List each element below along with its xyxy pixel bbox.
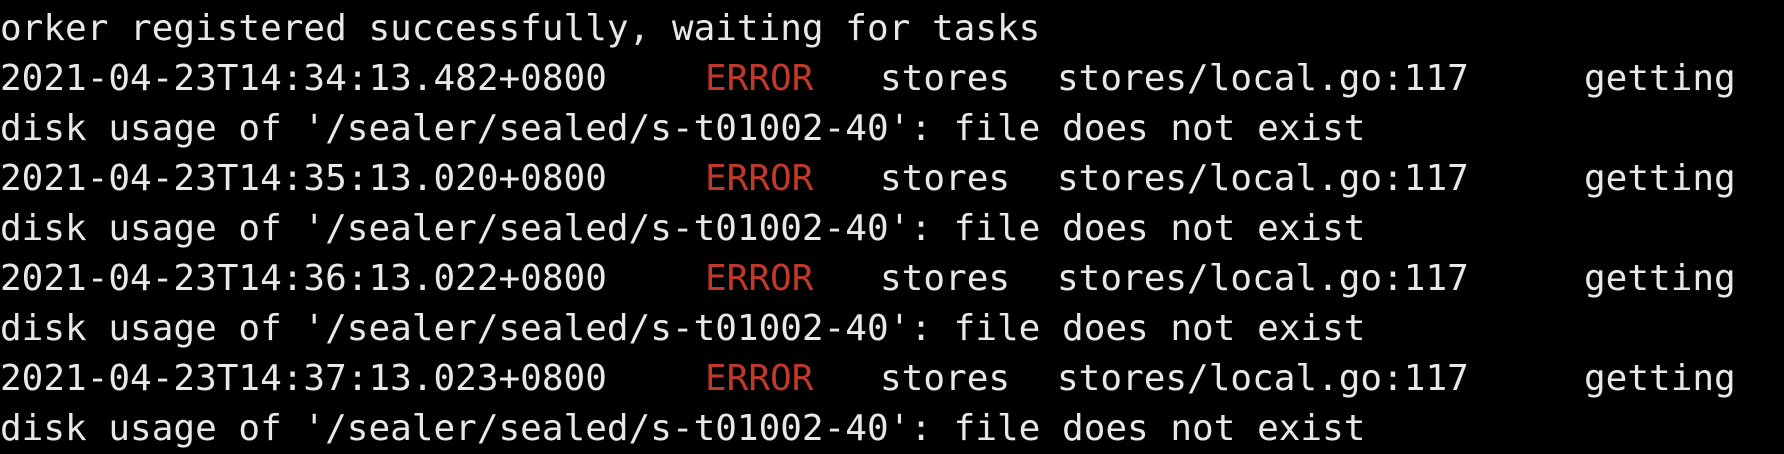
log-timestamp: 2021-04-23T14:34:13.482+0800 xyxy=(0,58,607,99)
log-text: disk usage of '/sealer/sealed/s-t01002-4… xyxy=(0,108,1366,149)
log-message: getting xyxy=(1584,358,1736,399)
log-message: getting xyxy=(1584,158,1736,199)
log-source: stores/local.go:117 xyxy=(1057,258,1469,299)
log-text: disk usage of '/sealer/sealed/s-t01002-4… xyxy=(0,308,1366,349)
log-message: getting xyxy=(1584,258,1736,299)
log-source: stores/local.go:117 xyxy=(1057,58,1469,99)
log-text: disk usage of '/sealer/sealed/s-t01002-4… xyxy=(0,208,1366,249)
log-source: stores/local.go:117 xyxy=(1057,158,1469,199)
log-level-error: ERROR xyxy=(705,358,814,399)
log-timestamp: 2021-04-23T14:36:13.022+0800 xyxy=(0,258,607,299)
log-entry-header: 2021-04-23T14:36:13.022+0800 ERROR store… xyxy=(0,254,1736,304)
log-message: getting xyxy=(1584,58,1736,99)
log-module: stores xyxy=(880,258,1011,299)
log-module: stores xyxy=(880,358,1011,399)
terminal-output[interactable]: orker registered successfully, waiting f… xyxy=(0,0,1784,454)
log-level-error: ERROR xyxy=(705,258,814,299)
log-source: stores/local.go:117 xyxy=(1057,358,1469,399)
log-timestamp: 2021-04-23T14:35:13.020+0800 xyxy=(0,158,607,199)
log-line: disk usage of '/sealer/sealed/s-t01002-4… xyxy=(0,304,1365,354)
log-line: disk usage of '/sealer/sealed/s-t01002-4… xyxy=(0,104,1365,154)
log-line: orker registered successfully, waiting f… xyxy=(0,4,1040,54)
log-entry-header: 2021-04-23T14:37:13.023+0800 ERROR store… xyxy=(0,354,1736,404)
log-entry-header: 2021-04-23T14:35:13.020+0800 ERROR store… xyxy=(0,154,1736,204)
log-line: disk usage of '/sealer/sealed/s-t01002-4… xyxy=(0,204,1365,254)
log-module: stores xyxy=(880,158,1011,199)
log-level-error: ERROR xyxy=(705,158,814,199)
log-entry-header: 2021-04-23T14:34:13.482+0800 ERROR store… xyxy=(0,54,1736,104)
log-level-error: ERROR xyxy=(705,58,814,99)
log-line: disk usage of '/sealer/sealed/s-t01002-4… xyxy=(0,404,1365,454)
log-module: stores xyxy=(880,58,1011,99)
log-text: disk usage of '/sealer/sealed/s-t01002-4… xyxy=(0,408,1366,449)
log-text: orker registered successfully, waiting f… xyxy=(0,8,1041,49)
log-timestamp: 2021-04-23T14:37:13.023+0800 xyxy=(0,358,607,399)
